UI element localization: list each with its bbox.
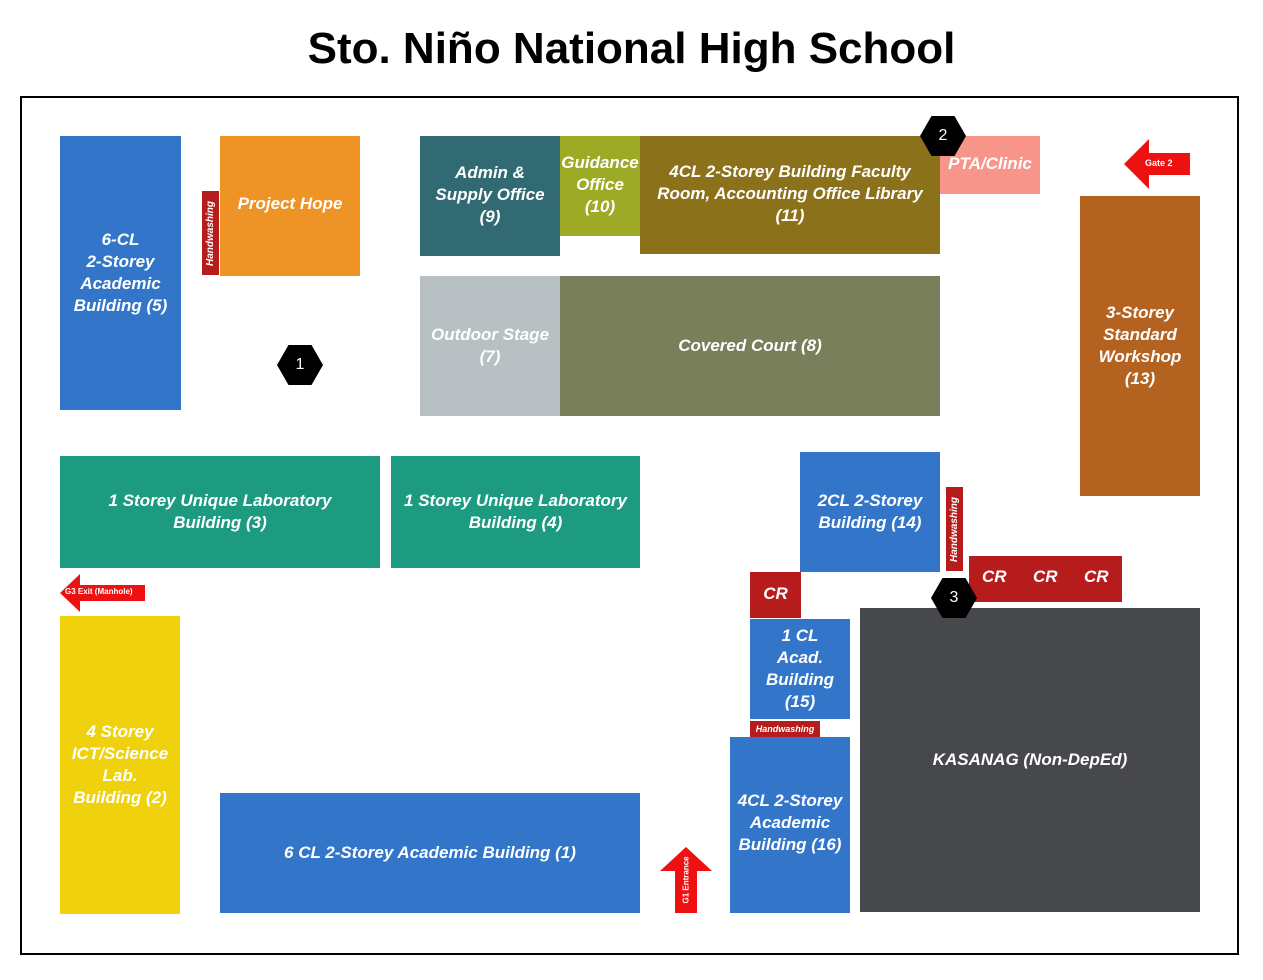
building-1[interactable]: 6 CL 2-Storey Academic Building (1) bbox=[220, 793, 640, 913]
building-14-label: 2CL 2-Storey Building (14) bbox=[817, 490, 923, 532]
building-3-lab[interactable]: 1 Storey Unique Laboratory Building (3) bbox=[60, 456, 380, 568]
comfort-room-small[interactable]: CR bbox=[750, 572, 801, 618]
building-13-workshop[interactable]: 3-Storey Standard Workshop (13) bbox=[1080, 196, 1200, 496]
building-9-label: Admin & Supply Office (9) bbox=[435, 163, 545, 227]
map-title: Sto. Niño National High School bbox=[307, 24, 956, 73]
cr-label-4: CR bbox=[763, 584, 788, 603]
building-5[interactable]: 6-CL 2-Storey Academic Building (5) bbox=[60, 136, 181, 410]
building-13-label: 3-Storey Standard Workshop (13) bbox=[1098, 302, 1182, 389]
building-10-label: Guidance Office (10) bbox=[561, 153, 639, 217]
g1-entrance-label: G1 Entrance bbox=[681, 856, 691, 904]
gate-2-label: Gate 2 bbox=[1145, 158, 1173, 168]
building-11-label: 4CL 2-Storey Building Faculty Room, Acco… bbox=[657, 162, 923, 226]
handwashing-area-1[interactable]: Handwashing bbox=[202, 191, 219, 275]
cr-label-2: CR bbox=[1033, 567, 1058, 586]
building-2-ict-science[interactable]: 4 Storey ICT/Science Lab. Building (2) bbox=[60, 616, 180, 914]
building-11[interactable]: 4CL 2-Storey Building Faculty Room, Acco… bbox=[640, 136, 940, 254]
cr-label-1: CR bbox=[982, 567, 1007, 586]
building-7-label: Outdoor Stage (7) bbox=[430, 324, 550, 366]
building-8-label: Covered Court (8) bbox=[678, 335, 822, 355]
building-7-outdoor-stage[interactable]: Outdoor Stage (7) bbox=[420, 276, 560, 416]
building-4-label: 1 Storey Unique Laboratory Building (4) bbox=[404, 490, 627, 532]
handwashing-label: Handwashing bbox=[755, 724, 815, 734]
building-16-label: 4CL 2-Storey Academic Building (16) bbox=[737, 791, 843, 855]
building-8-covered-court[interactable]: Covered Court (8) bbox=[560, 276, 940, 416]
building-1-label: 6 CL 2-Storey Academic Building (1) bbox=[284, 842, 576, 862]
marker-2-label: 2 bbox=[938, 127, 948, 144]
building-14[interactable]: 2CL 2-Storey Building (14) bbox=[800, 452, 940, 572]
kasanag-label: KASANAG (Non-DepEd) bbox=[932, 749, 1128, 769]
building-16[interactable]: 4CL 2-Storey Academic Building (16) bbox=[730, 737, 850, 913]
project-hope[interactable]: Project Hope bbox=[220, 136, 360, 276]
handwashing-label: Handwashing bbox=[949, 496, 961, 562]
pta-clinic-label: PTA/Clinic bbox=[948, 154, 1032, 173]
building-15[interactable]: 1 CL Acad. Building (15) bbox=[750, 619, 850, 719]
building-15-label: 1 CL Acad. Building (15) bbox=[766, 625, 834, 712]
building-2-label: 4 Storey ICT/Science Lab. Building (2) bbox=[71, 721, 169, 808]
marker-1-label: 1 bbox=[295, 356, 305, 373]
handwashing-label: Handwashing bbox=[205, 200, 217, 266]
kasanag[interactable]: KASANAG (Non-DepEd) bbox=[860, 608, 1200, 912]
building-9-admin-supply[interactable]: Admin & Supply Office (9) bbox=[420, 136, 560, 256]
handwashing-area-3[interactable]: Handwashing bbox=[750, 721, 820, 737]
building-10-guidance[interactable]: Guidance Office (10) bbox=[560, 136, 640, 236]
g3-exit-label: G3 Exit (Manhole) bbox=[65, 587, 133, 596]
building-4-lab[interactable]: 1 Storey Unique Laboratory Building (4) bbox=[391, 456, 640, 568]
project-hope-label: Project Hope bbox=[237, 194, 343, 213]
marker-3-label: 3 bbox=[949, 589, 959, 606]
building-3-label: 1 Storey Unique Laboratory Building (3) bbox=[108, 490, 332, 532]
cr-label-3: CR bbox=[1084, 567, 1109, 586]
handwashing-area-2[interactable]: Handwashing bbox=[946, 487, 963, 571]
building-5-label: 6-CL 2-Storey Academic Building (5) bbox=[73, 229, 168, 316]
